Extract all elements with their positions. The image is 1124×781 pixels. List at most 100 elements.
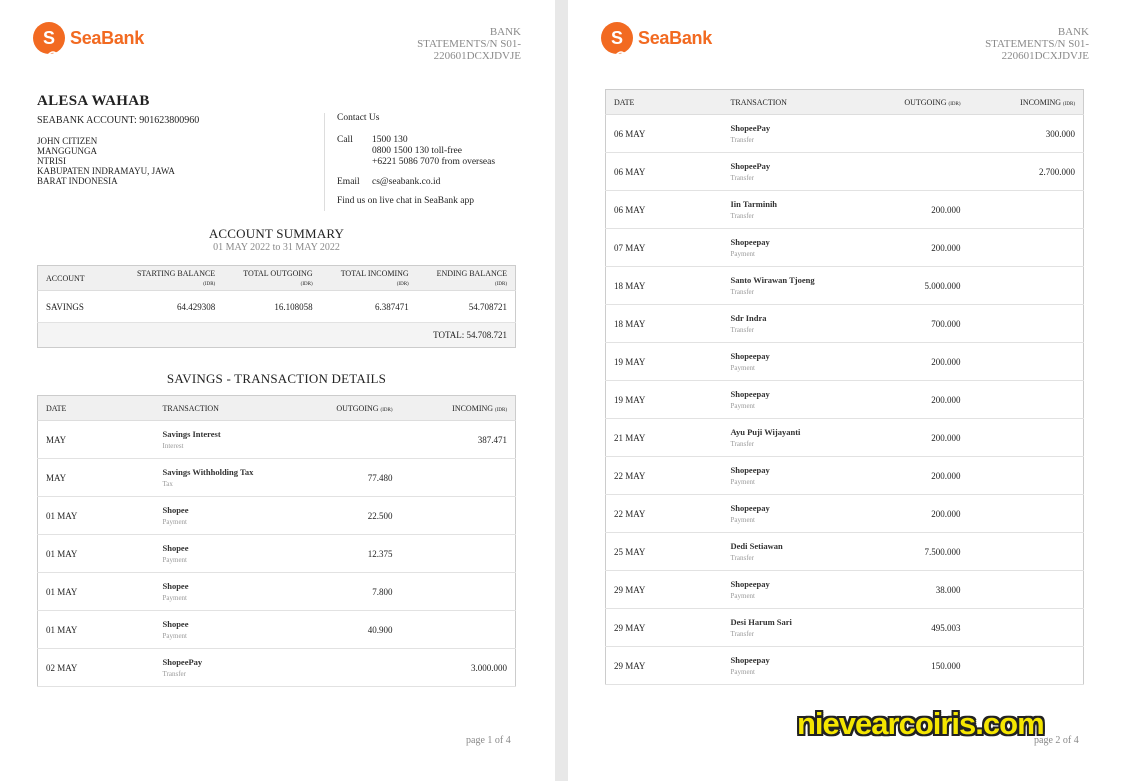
- tx-type: Tax: [162, 480, 173, 488]
- tx-outgoing: 5.000.000: [852, 266, 969, 305]
- tx-date: 29 MAY: [605, 570, 723, 609]
- tx-date: 22 MAY: [605, 494, 723, 533]
- tx-incoming: [968, 228, 1084, 267]
- account-holder-name: ALESA WAHAB: [37, 93, 150, 109]
- tx-date: 18 MAY: [605, 304, 723, 343]
- tx-date: 06 MAY: [605, 152, 723, 191]
- tx-outgoing: 200.000: [852, 190, 969, 229]
- tx-outgoing: 12.375: [284, 534, 401, 573]
- tx-name: Sdr Indra: [730, 313, 767, 323]
- tx-name: Shopeepay: [730, 503, 770, 513]
- transaction-row: 06 MAY ShopeePay Transfer 300.000: [605, 114, 1084, 153]
- tx-date: 29 MAY: [605, 646, 723, 685]
- tx-incoming: [968, 190, 1084, 229]
- live-chat-note: Find us on live chat in SeaBank app: [337, 196, 474, 206]
- tx-name: Shopeepay: [730, 655, 770, 665]
- col-date: DATE: [605, 89, 723, 115]
- tx-name: Shopeepay: [730, 579, 770, 589]
- tx-incoming: [968, 570, 1084, 609]
- tx-type: Transfer: [730, 554, 754, 562]
- transaction-row: MAY Savings Withholding Tax Tax 77.480: [37, 458, 516, 497]
- tx-name: Shopee: [162, 543, 189, 553]
- tx-type: Transfer: [162, 670, 186, 678]
- tx-description: Shopee Payment: [154, 496, 285, 535]
- tx-date: 06 MAY: [605, 114, 723, 153]
- tx-incoming: [400, 458, 516, 497]
- seabank-logo: S SeaBank: [601, 22, 712, 57]
- tx-description: Savings Interest Interest: [154, 420, 285, 459]
- tx-date: 01 MAY: [37, 572, 155, 611]
- tx-description: Desi Harum Sari Transfer: [722, 608, 853, 647]
- transaction-row: 29 MAY Shopeepay Payment 38.000: [605, 570, 1084, 609]
- tx-date: 19 MAY: [605, 380, 723, 419]
- tx-description: Shopeepay Payment: [722, 380, 853, 419]
- tx-incoming: [968, 532, 1084, 571]
- tx-incoming: [968, 266, 1084, 305]
- col-outgoing: OUTGOING (IDR): [852, 89, 969, 115]
- brand-name: SeaBank: [70, 27, 144, 48]
- tx-name: ShopeePay: [730, 161, 771, 171]
- tx-incoming: [968, 342, 1084, 381]
- tx-name: Shopee: [162, 505, 189, 515]
- tx-type: Transfer: [730, 136, 754, 144]
- tx-description: Shopeepay Payment: [722, 342, 853, 381]
- statement-reference: BANK STATEMENTS/N S01- 220601DCXJDVJE: [985, 26, 1089, 62]
- account-number: SEABANK ACCOUNT: 901623800960: [37, 115, 200, 126]
- holder-address: JOHN CITIZEN MANGGUNGA NTRISI KABUPATEN …: [37, 136, 175, 186]
- tx-type: Transfer: [730, 440, 754, 448]
- tx-type: Payment: [162, 594, 188, 602]
- col-transaction: TRANSACTION: [722, 89, 853, 115]
- tx-date: 01 MAY: [37, 534, 155, 573]
- tx-type: Transfer: [730, 174, 754, 182]
- seabank-logo-icon: S: [33, 22, 65, 57]
- tx-description: ShopeePay Transfer: [722, 114, 853, 153]
- transaction-row: 19 MAY Shopeepay Payment 200.000: [605, 380, 1084, 419]
- summary-total: TOTAL: 54.708.721: [37, 322, 516, 348]
- transaction-row: 06 MAY Iin Tarminih Transfer 200.000: [605, 190, 1084, 229]
- tx-type: Payment: [730, 250, 756, 258]
- tx-date: 06 MAY: [605, 190, 723, 229]
- tx-date: 01 MAY: [37, 610, 155, 649]
- tx-description: Shopeepay Payment: [722, 494, 853, 533]
- tx-outgoing: 200.000: [852, 228, 969, 267]
- tx-description: Savings Withholding Tax Tax: [154, 458, 285, 497]
- account-summary-title: ACCOUNT SUMMARY: [208, 226, 345, 241]
- statement-page-2: S SeaBank BANK STATEMENTS/N S01- 220601D…: [568, 0, 1124, 781]
- transaction-table-page-1: DATE TRANSACTION OUTGOING (IDR) INCOMING…: [37, 395, 516, 687]
- tx-type: Payment: [730, 592, 756, 600]
- transaction-row: 22 MAY Shopeepay Payment 200.000: [605, 456, 1084, 495]
- tx-type: Payment: [730, 668, 756, 676]
- tx-description: Iin Tarminih Transfer: [722, 190, 853, 229]
- tx-incoming: [968, 456, 1084, 495]
- tx-date: 02 MAY: [37, 648, 155, 687]
- statement-period: 01 MAY 2022 to 31 MAY 2022: [213, 242, 340, 253]
- call-numbers: 1500 130 0800 1500 130 toll-free +6221 5…: [372, 135, 496, 167]
- tx-type: Transfer: [730, 212, 754, 220]
- watermark-text: nievearcoiris.com: [797, 706, 1045, 741]
- brand-name: SeaBank: [638, 27, 712, 48]
- col-total-incoming: TOTAL INCOMING (IDR): [320, 265, 417, 291]
- account-summary-table: ACCOUNT STARTING BALANCE (IDR) TOTAL OUT…: [37, 265, 516, 348]
- transaction-details-title: SAVINGS - TRANSACTION DETAILS: [166, 371, 387, 386]
- tx-outgoing: 200.000: [852, 494, 969, 533]
- contact-us-box: Contact Us Call 1500 130 0800 1500 130 t…: [324, 113, 524, 211]
- tx-date: MAY: [37, 458, 155, 497]
- tx-description: ShopeePay Transfer: [154, 648, 285, 687]
- tx-outgoing: 200.000: [852, 380, 969, 419]
- transaction-table-page-2: DATE TRANSACTION OUTGOING (IDR) INCOMING…: [605, 89, 1084, 685]
- tx-outgoing: [852, 152, 969, 191]
- contact-email-link[interactable]: cs@seabank.co.id: [372, 177, 440, 187]
- tx-type: Transfer: [730, 630, 754, 638]
- statement-reference: BANK STATEMENTS/N S01- 220601DCXJDVJE: [417, 26, 521, 62]
- tx-date: MAY: [37, 420, 155, 459]
- tx-name: ShopeePay: [162, 657, 203, 667]
- tx-name: Shopeepay: [730, 389, 770, 399]
- col-date: DATE: [37, 395, 155, 421]
- tx-outgoing: [284, 648, 401, 687]
- tx-description: Dedi Setiawan Transfer: [722, 532, 853, 571]
- tx-date: 29 MAY: [605, 608, 723, 647]
- col-ending-balance: ENDING BALANCE (IDR): [416, 265, 516, 291]
- tx-description: Shopeepay Payment: [722, 228, 853, 267]
- tx-date: 01 MAY: [37, 496, 155, 535]
- tx-name: Santo Wirawan Tjoeng: [730, 275, 815, 285]
